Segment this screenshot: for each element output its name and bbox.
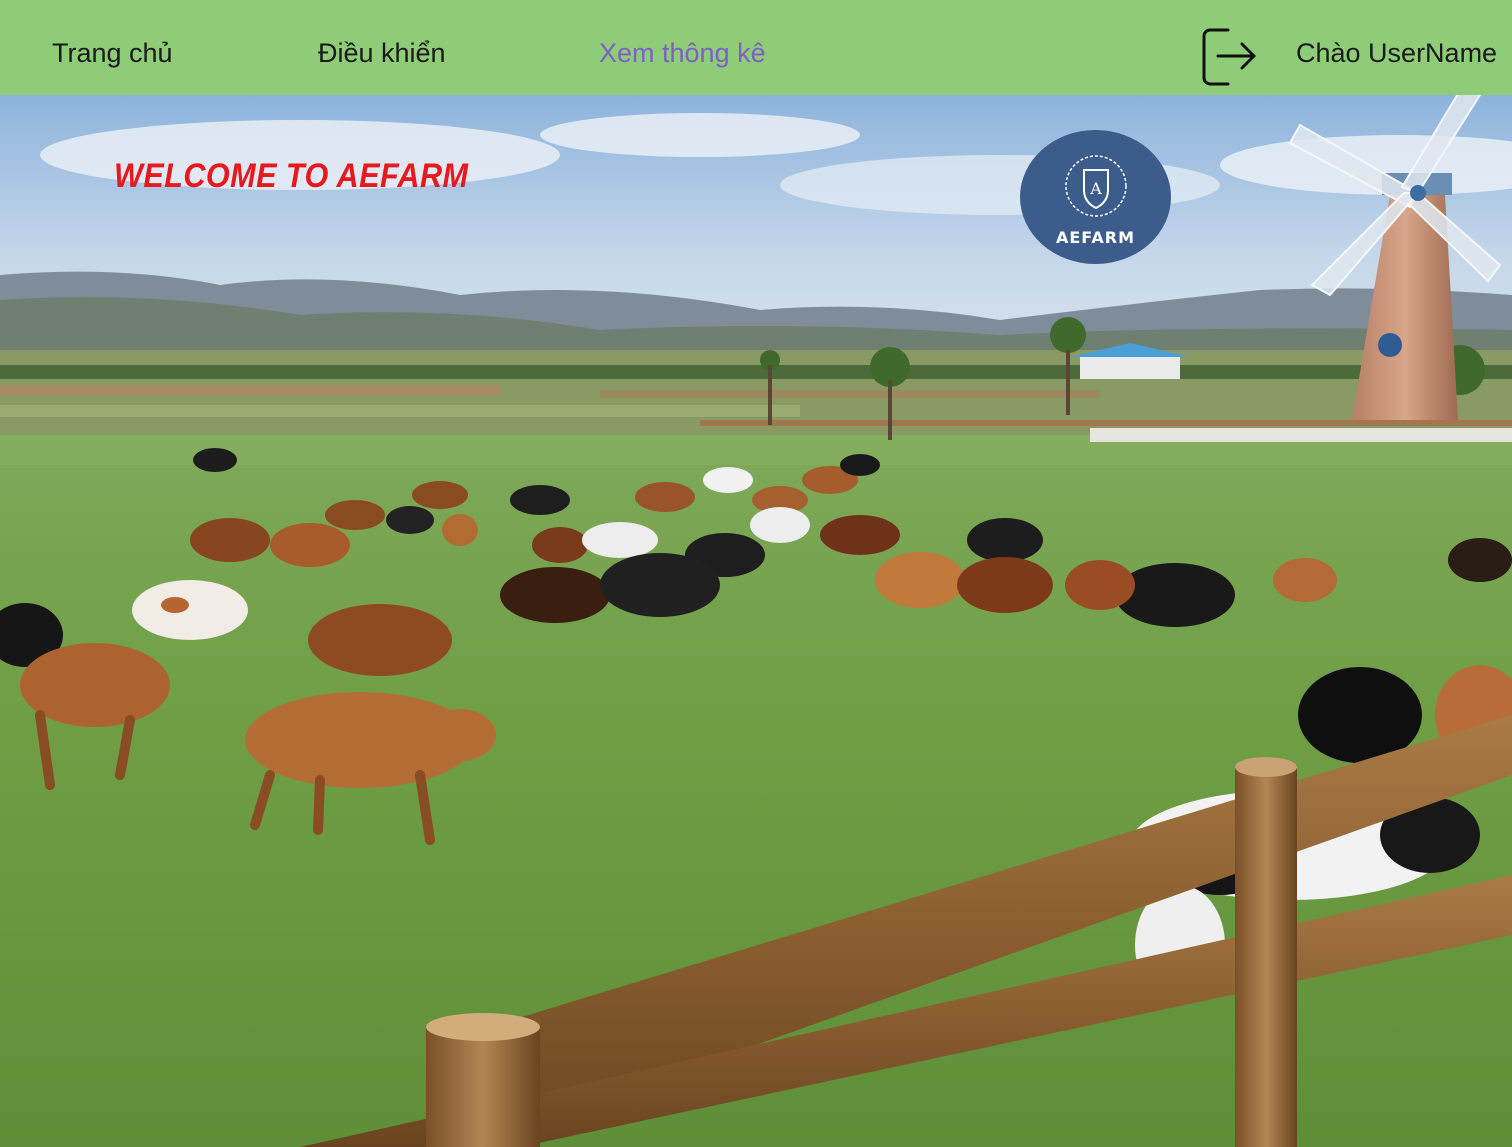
nav-home-link[interactable]: Trang chủ [52, 36, 173, 70]
shield-emblem-icon: A [1065, 155, 1127, 217]
logout-icon [1202, 28, 1256, 86]
hero-farm-image [0, 95, 1512, 1147]
logout-button[interactable] [1198, 26, 1258, 86]
svg-text:A: A [1089, 179, 1102, 198]
logo-text: AEFARM [1055, 228, 1136, 247]
nav-control-link[interactable]: Điều khiển [318, 36, 446, 70]
user-greeting: Chào UserName [1296, 38, 1498, 68]
welcome-heading: WELCOME TO AEFARM [114, 157, 469, 195]
nav-stats-link[interactable]: Xem thông kê [599, 36, 766, 70]
farm-background [0, 95, 1512, 1147]
aefarm-logo: A AEFARM [1020, 130, 1171, 264]
top-navbar: Trang chủ Điều khiển Xem thông kê Chào U… [0, 0, 1512, 95]
